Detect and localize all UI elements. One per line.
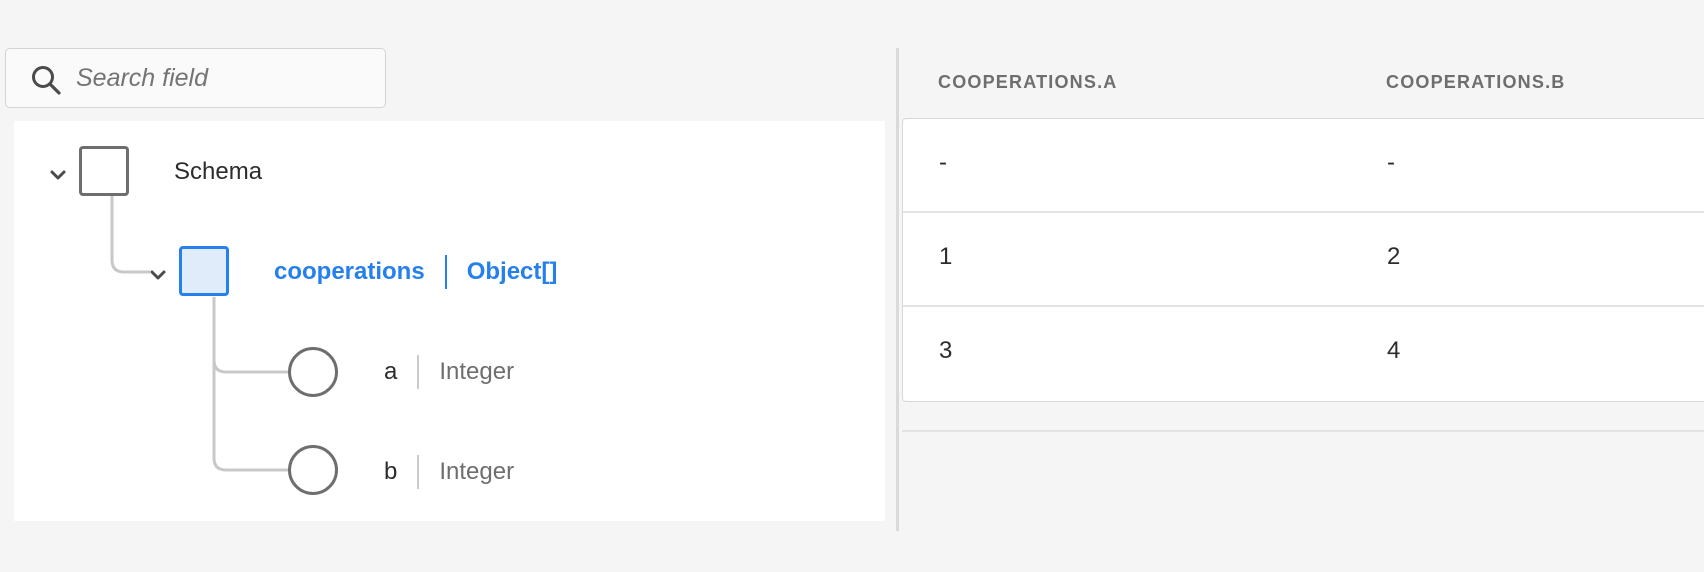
cooperations-node-icon[interactable]	[179, 246, 229, 296]
preview-table-body: - - 1 2 3 4	[902, 118, 1704, 402]
preview-table-header: COOPERATIONS.A COOPERATIONS.B	[900, 62, 1704, 118]
table-cell-a: 3	[939, 337, 953, 364]
table-cell-b: 2	[1387, 243, 1401, 270]
table-cell-a: -	[939, 149, 947, 176]
field-b-node-icon[interactable]	[288, 445, 338, 495]
field-a-type: Integer	[439, 358, 515, 385]
schema-node-icon[interactable]	[79, 146, 129, 196]
field-b-name: b	[384, 458, 398, 485]
schema-collapse-chevron-icon[interactable]	[47, 164, 69, 186]
cooperations-collapse-chevron-icon[interactable]	[147, 264, 169, 286]
field-b-type: Integer	[439, 458, 515, 485]
search-icon	[32, 66, 61, 95]
column-header-cooperations-a: COOPERATIONS.A	[938, 72, 1118, 92]
cooperations-type-separator	[444, 255, 447, 289]
field-b-type-separator	[417, 455, 420, 489]
schema-root-name: Schema	[174, 158, 263, 185]
field-a-label[interactable]: a Integer	[384, 355, 514, 389]
table-cell-b: 4	[1387, 337, 1401, 364]
cooperations-node-label[interactable]: cooperations Object[]	[274, 255, 557, 289]
field-a-node-icon[interactable]	[288, 347, 338, 397]
cooperations-field-name: cooperations	[274, 258, 425, 285]
search-field[interactable]	[5, 48, 386, 108]
field-a-name: a	[384, 358, 398, 385]
schema-node-label[interactable]: Schema	[174, 155, 262, 189]
preview-table-footer	[902, 402, 1704, 432]
table-row: 3 4	[903, 307, 1704, 401]
field-b-label[interactable]: b Integer	[384, 455, 514, 489]
column-header-cooperations-b: COOPERATIONS.B	[1386, 72, 1566, 92]
search-input[interactable]	[76, 57, 366, 99]
cooperations-field-type: Object[]	[466, 258, 558, 285]
table-row: 1 2	[903, 213, 1704, 307]
panel-resize-divider[interactable]	[896, 48, 899, 531]
table-cell-b: -	[1387, 149, 1395, 176]
field-a-type-separator	[417, 355, 420, 389]
table-row: - -	[903, 119, 1704, 213]
table-cell-a: 1	[939, 243, 953, 270]
